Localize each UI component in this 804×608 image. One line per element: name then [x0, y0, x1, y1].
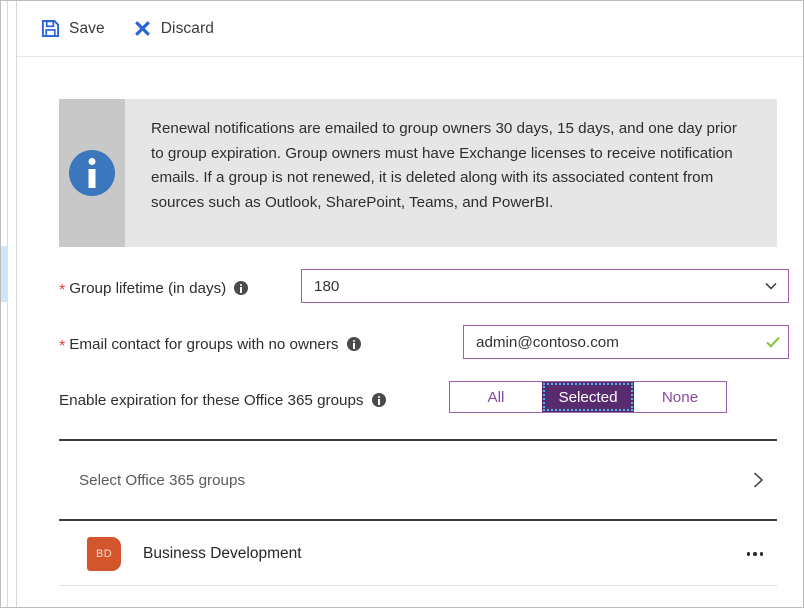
- group-lifetime-dropdown[interactable]: 180: [301, 269, 789, 303]
- group-name: Business Development: [143, 545, 302, 562]
- group-lifetime-row: * Group lifetime (in days) 180: [59, 269, 789, 307]
- chevron-down-icon: [754, 278, 788, 294]
- more-ellipsis-icon[interactable]: [746, 552, 778, 556]
- select-groups-row[interactable]: Select Office 365 groups: [59, 441, 777, 519]
- info-tooltip-icon[interactable]: [371, 393, 386, 407]
- required-asterisk: *: [59, 282, 66, 299]
- blade-content: Save Discard Renewal notifications are e…: [17, 1, 803, 607]
- group-lifetime-value: 180: [314, 277, 340, 295]
- info-tooltip-icon[interactable]: [346, 337, 361, 351]
- email-contact-row: * Email contact for groups with no owner…: [59, 325, 789, 363]
- checkmark-valid-icon: [758, 333, 788, 351]
- enable-expiration-label-text: Enable expiration for these Office 365 g…: [59, 391, 364, 409]
- select-groups-label: Select Office 365 groups: [79, 471, 246, 489]
- left-rail: [1, 1, 8, 607]
- required-asterisk: *: [59, 338, 66, 355]
- settings-form: * Group lifetime (in days) 180 * Email c…: [59, 269, 789, 437]
- email-contact-field[interactable]: [463, 325, 789, 359]
- email-contact-label-text: Email contact for groups with no owners: [69, 335, 339, 353]
- save-button-label: Save: [69, 19, 105, 37]
- info-circle-icon: [69, 150, 115, 196]
- expiration-settings-blade: Save Discard Renewal notifications are e…: [0, 0, 804, 608]
- info-banner-icon-column: [59, 99, 125, 247]
- info-banner-text: Renewal notifications are emailed to gro…: [151, 120, 737, 211]
- command-bar: Save Discard: [17, 1, 803, 57]
- save-floppy-icon: [41, 19, 60, 38]
- email-contact-input[interactable]: [464, 325, 758, 359]
- enable-expiration-segmented-control: All Selected None: [449, 381, 727, 413]
- enable-expiration-label: Enable expiration for these Office 365 g…: [59, 392, 386, 409]
- info-banner: Renewal notifications are emailed to gro…: [59, 99, 777, 247]
- enable-expiration-row: Enable expiration for these Office 365 g…: [59, 381, 789, 419]
- chevron-right-icon: [747, 469, 777, 491]
- info-tooltip-icon[interactable]: [234, 281, 249, 295]
- group-avatar: BD: [87, 537, 121, 571]
- segment-none[interactable]: None: [634, 382, 726, 412]
- group-lifetime-label: * Group lifetime (in days): [59, 279, 249, 299]
- segment-all[interactable]: All: [450, 382, 542, 412]
- group-lifetime-label-text: Group lifetime (in days): [69, 279, 227, 297]
- group-list-top-divider: [59, 519, 777, 521]
- rail-accent-marker: [1, 246, 8, 302]
- save-button[interactable]: Save: [41, 13, 105, 45]
- discard-button[interactable]: Discard: [133, 13, 214, 45]
- group-list-item[interactable]: BD Business Development: [59, 523, 777, 585]
- discard-button-label: Discard: [160, 19, 214, 37]
- group-list-bottom-divider: [59, 585, 777, 586]
- segment-selected[interactable]: Selected: [542, 382, 634, 412]
- close-x-icon: [133, 19, 152, 38]
- email-contact-label: * Email contact for groups with no owner…: [59, 335, 361, 355]
